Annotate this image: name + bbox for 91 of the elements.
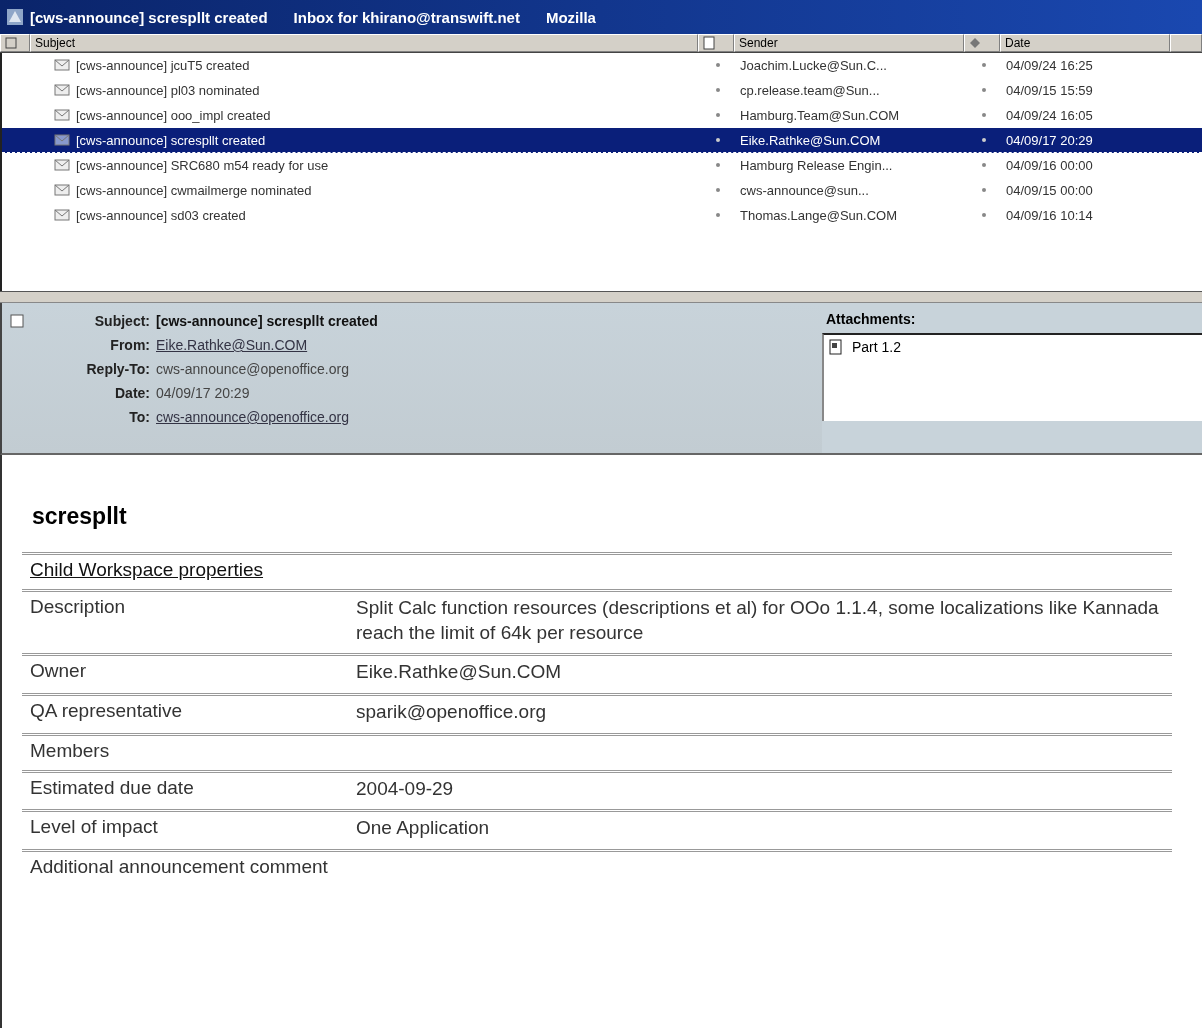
table-title: Child Workspace properties	[30, 559, 264, 580]
page-heading: screspllt	[32, 503, 128, 530]
field-value: [cws-announce] screspllt created	[156, 313, 378, 329]
dot-icon	[716, 63, 720, 67]
pane-splitter[interactable]	[0, 291, 1202, 303]
property-label: Estimated due date	[30, 776, 194, 798]
dot-icon	[982, 188, 986, 192]
message-date: 04/09/15 00:00	[1005, 182, 1094, 198]
message-row[interactable]: [cws-announce] screspllt created Eike.Rathke@Sun.COM 04/09/17 20:29	[2, 128, 1202, 153]
read-column-button[interactable]	[964, 34, 1000, 52]
junk-column-button[interactable]	[698, 34, 734, 52]
attachments-label: Attachments:	[825, 310, 917, 329]
message-row[interactable]: [cws-announce] pl03 nominated cp.release.team@Sun... 04/09/15 15:59	[2, 78, 1202, 103]
field-label: Date:	[114, 385, 150, 401]
message-sender: cp.release.team@Sun...	[739, 82, 881, 98]
thread-column-button[interactable]	[0, 34, 30, 52]
property-value: 2004-09-29	[356, 777, 454, 799]
message-sender: cws-announce@sun...	[739, 182, 870, 198]
diamond-icon	[969, 37, 981, 49]
property-label: Members	[30, 739, 110, 761]
app-icon	[6, 8, 24, 26]
dot-icon	[716, 113, 720, 117]
message-row[interactable]: [cws-announce] ooo_impl created Hamburg.Team@Sun.COM 04/09/24 16:05	[2, 103, 1202, 128]
envelope-icon	[54, 134, 70, 146]
message-row[interactable]: [cws-announce] sd03 created Thomas.Lange@Sun.COM 04/09/16 10:14	[2, 203, 1202, 228]
thread-icon	[5, 37, 17, 49]
message-date: 04/09/16 00:00	[1005, 157, 1094, 173]
property-label: Owner	[30, 660, 86, 682]
envelope-icon	[54, 59, 70, 71]
column-header[interactable]: Sender	[734, 34, 964, 52]
field-value: 04/09/17 20:29	[156, 385, 250, 401]
message-date: 04/09/24 16:25	[1005, 57, 1094, 73]
message-row[interactable]: [cws-announce] cwmailmerge nominated cws-announce@sun... 04/09/15 00:00	[2, 178, 1202, 203]
field-value: cws-announce@openoffice.org	[156, 361, 349, 377]
property-value: Eike.Rathke@Sun.COM	[356, 661, 562, 683]
dot-icon	[982, 88, 986, 92]
dot-icon	[982, 63, 986, 67]
message-sender: Joachim.Lucke@Sun.C...	[739, 57, 888, 73]
dot-icon	[982, 213, 986, 217]
email-link[interactable]: Eike.Rathke@Sun.COM	[156, 337, 308, 353]
dot-icon	[982, 138, 986, 142]
column-header[interactable]: Subject	[30, 34, 698, 52]
message-date: 04/09/17 20:29	[1005, 132, 1094, 148]
envelope-icon	[54, 184, 70, 196]
checkbox-icon[interactable]	[10, 314, 24, 328]
field-label: Subject:	[93, 313, 150, 329]
dot-icon	[716, 88, 720, 92]
property-label: Additional announcement comment	[30, 856, 328, 878]
property-value: Split Calc function resources (descriptions et al) for OOo 1.1.4, some localizations like Kannada reach the limit of 64k per resource	[356, 597, 1159, 643]
dot-icon	[716, 213, 720, 217]
column-header[interactable]: Date	[1000, 34, 1170, 52]
property-value: sparik@openoffice.org	[356, 701, 547, 723]
message-date: 04/09/24 16:05	[1005, 107, 1094, 123]
dot-icon	[982, 163, 986, 167]
app-name: Mozilla	[545, 8, 596, 26]
dot-icon	[716, 188, 720, 192]
property-label: QA representative	[30, 700, 183, 722]
message-date: 04/09/15 15:59	[1005, 82, 1094, 98]
envelope-icon	[54, 209, 70, 221]
message-row[interactable]: [cws-announce] jcuT5 created Joachim.Lucke@Sun.C... 04/09/24 16:25	[2, 53, 1202, 78]
folder-title: Inbox for khirano@transwift.net	[293, 8, 520, 26]
field-label: To:	[128, 409, 150, 425]
message-subject: [cws-announce] pl03 nominated	[76, 82, 260, 98]
message-sender: Eike.Rathke@Sun.COM	[739, 132, 882, 148]
dot-icon	[716, 163, 720, 167]
message-sender: Hamburg Release Engin...	[739, 157, 894, 173]
column-picker-button[interactable]	[1170, 34, 1202, 52]
dot-icon	[982, 113, 986, 117]
message-subject: [cws-announce] screspllt created	[76, 132, 266, 148]
dot-icon	[716, 138, 720, 142]
property-label: Description	[30, 596, 126, 617]
window-title: [cws-announce] screspllt created	[30, 8, 268, 26]
envelope-icon	[54, 109, 70, 121]
file-icon	[828, 339, 844, 355]
message-subject: [cws-announce] sd03 created	[76, 207, 246, 223]
field-label: From:	[109, 337, 150, 353]
attachment-item[interactable]: Part 1.2	[824, 335, 1202, 359]
envelope-icon	[54, 84, 70, 96]
message-subject: [cws-announce] jcuT5 created	[76, 57, 250, 73]
message-sender: Hamburg.Team@Sun.COM	[739, 107, 901, 123]
property-value: One Application	[356, 817, 490, 839]
envelope-icon	[54, 159, 70, 171]
message-subject: [cws-announce] ooo_impl created	[76, 107, 271, 123]
message-subject: [cws-announce] cwmailmerge nominated	[76, 182, 312, 198]
field-label: Reply-To:	[85, 361, 150, 377]
message-subject: [cws-announce] SRC680 m54 ready for use	[76, 157, 329, 173]
email-link[interactable]: cws-announce@openoffice.org	[156, 409, 349, 425]
message-date: 04/09/16 10:14	[1005, 207, 1094, 223]
message-sender: Thomas.Lange@Sun.COM	[739, 207, 898, 223]
message-row[interactable]: [cws-announce] SRC680 m54 ready for use Hamburg Release Engin... 04/09/16 00:00	[2, 153, 1202, 178]
property-label: Level of impact	[30, 816, 158, 838]
